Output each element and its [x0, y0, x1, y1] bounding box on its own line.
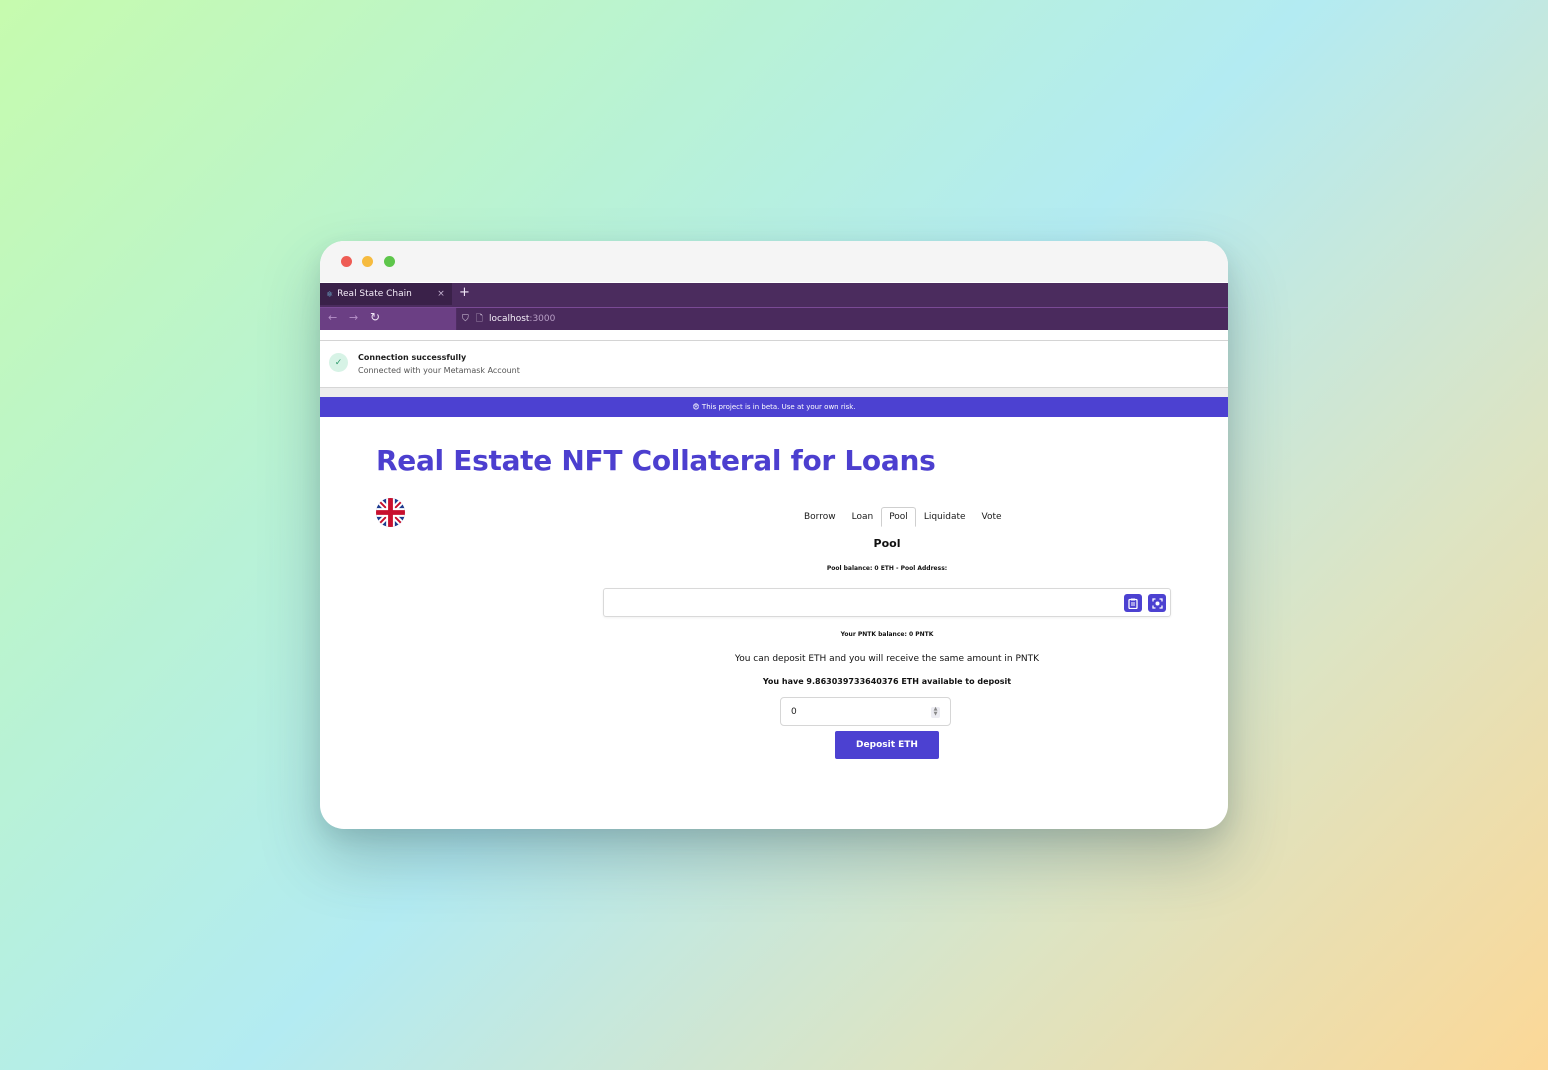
- url-host: localhost: [489, 314, 530, 324]
- amount-value: 0: [791, 706, 797, 717]
- scan-qr-icon[interactable]: [1148, 594, 1166, 612]
- tab-loan[interactable]: Loan: [844, 507, 882, 527]
- deposit-eth-button[interactable]: Deposit ETH: [835, 731, 939, 759]
- pool-address-field[interactable]: [603, 588, 1171, 617]
- browser-tab[interactable]: ⚛ Real State Chain ×: [320, 283, 452, 305]
- browser-tabstrip: ⚛ Real State Chain × +: [320, 283, 1228, 307]
- tab-pool[interactable]: Pool: [881, 507, 916, 527]
- pntk-balance: Your PNTK balance: 0 PNTK: [840, 631, 934, 638]
- tab-vote[interactable]: Vote: [974, 507, 1010, 527]
- window-titlebar: [320, 241, 1228, 282]
- close-window-button[interactable]: [341, 256, 352, 267]
- tab-borrow[interactable]: Borrow: [796, 507, 844, 527]
- toast-title: Connection successfully: [358, 353, 467, 362]
- close-tab-icon[interactable]: ×: [434, 289, 448, 299]
- react-icon: ⚛: [326, 289, 334, 299]
- new-tab-button[interactable]: +: [459, 285, 470, 300]
- connection-toast: ✓ Connection successfully Connected with…: [320, 341, 1228, 388]
- maximize-window-button[interactable]: [384, 256, 395, 267]
- url-bar[interactable]: ⛉ 🗋 localhost:3000: [457, 308, 1228, 330]
- back-arrow-icon[interactable]: ←: [328, 311, 337, 324]
- number-stepper-icon[interactable]: ▲ ▼: [931, 707, 940, 718]
- check-icon: ✓: [329, 353, 348, 372]
- url-port: :3000: [529, 314, 556, 324]
- shield-icon[interactable]: ⛉: [462, 314, 469, 324]
- forward-arrow-icon[interactable]: →: [349, 311, 358, 324]
- toast-divider: [320, 388, 1228, 397]
- deposit-description: You can deposit ETH and you will receive…: [734, 654, 1040, 664]
- uk-flag-icon[interactable]: [376, 498, 405, 527]
- section-tabs: Borrow Loan Pool Liquidate Vote: [796, 507, 1010, 527]
- toast-message: Connected with your Metamask Account: [358, 366, 520, 375]
- browser-navbar: ← → ↻ ⛉ 🗋 localhost:3000: [320, 307, 1228, 330]
- clipboard-icon[interactable]: [1124, 594, 1142, 612]
- deposit-amount-input[interactable]: 0 ▲ ▼: [780, 697, 951, 726]
- pool-balance: Pool balance: 0 ETH - Pool Address:: [826, 565, 948, 572]
- beta-banner: 😨 This project is in beta. Use at your o…: [320, 397, 1228, 417]
- main-content: Real Estate NFT Collateral for Loans Bor…: [320, 417, 1228, 829]
- page-title: Real Estate NFT Collateral for Loans: [376, 444, 936, 477]
- available-balance: You have 9.863039733640376 ETH available…: [762, 677, 1012, 686]
- tab-liquidate[interactable]: Liquidate: [916, 507, 974, 527]
- browser-window: ⚛ Real State Chain × + ← → ↻ ⛉ 🗋 localho…: [320, 241, 1228, 829]
- minimize-window-button[interactable]: [362, 256, 373, 267]
- header-divider: [320, 330, 1228, 341]
- nav-buttons-area: [320, 308, 456, 330]
- reload-icon[interactable]: ↻: [370, 310, 380, 324]
- pool-heading: Pool: [873, 537, 901, 550]
- tab-title: Real State Chain: [337, 289, 412, 299]
- page-icon: 🗋: [475, 314, 484, 324]
